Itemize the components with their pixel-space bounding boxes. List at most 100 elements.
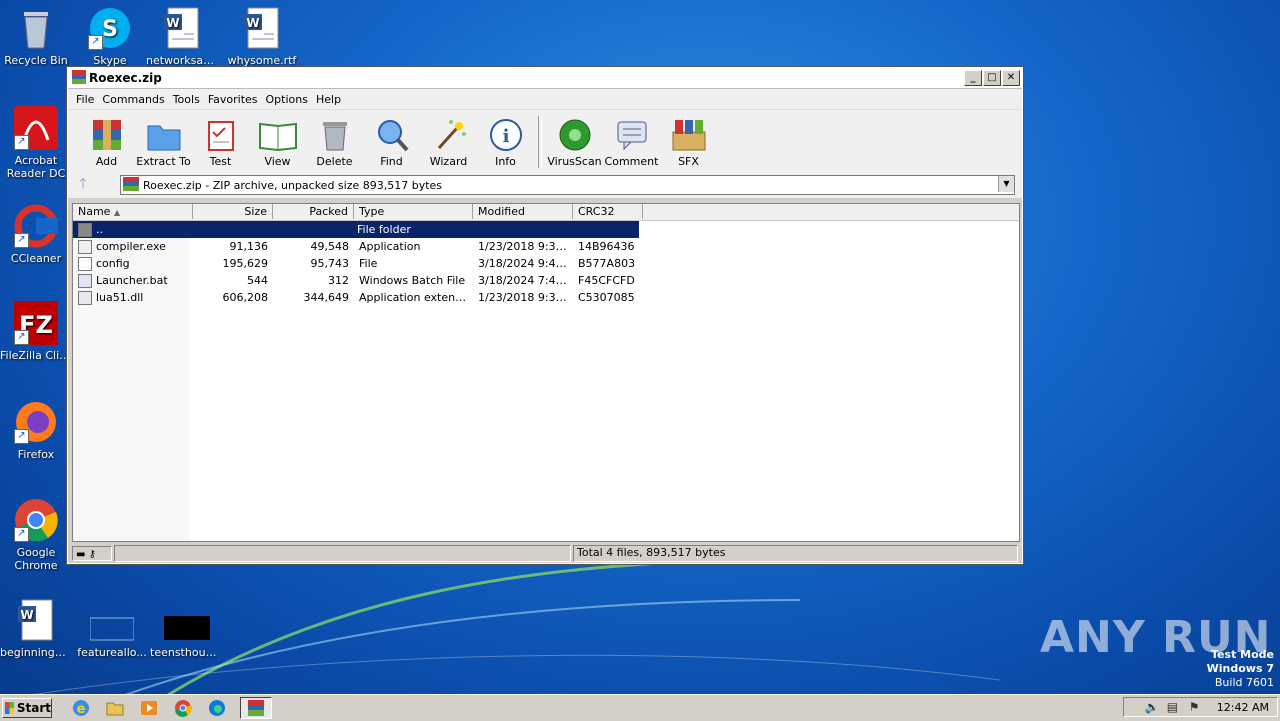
maximize-button[interactable]: □: [983, 70, 1001, 86]
view-button[interactable]: View: [249, 118, 306, 172]
desktop-icon-filezilla[interactable]: FZ ↗ FileZilla Client: [0, 301, 72, 362]
info-button[interactable]: i Info: [477, 118, 534, 172]
media-file-icon: [164, 598, 210, 642]
word-document-icon: W: [14, 598, 58, 642]
word-document-icon: W: [240, 6, 284, 50]
chrome-taskbar-icon[interactable]: [172, 698, 194, 718]
address-combobox[interactable]: Roexec.zip - ZIP archive, unpacked size …: [120, 175, 1015, 195]
status-bar: ▬ ⚷ Total 4 files, 893,517 bytes: [72, 545, 1018, 562]
status-selection: [114, 545, 571, 562]
test-mode-label: Test Mode Windows 7 Build 7601: [1206, 648, 1274, 689]
dropdown-arrow-icon[interactable]: ▼: [998, 176, 1014, 192]
sfx-button[interactable]: SFX: [660, 118, 717, 172]
desktop-icon-beginningm[interactable]: W beginningm...: [0, 598, 72, 659]
action-center-flag-icon[interactable]: ⚑: [1189, 700, 1203, 714]
winrar-window[interactable]: Roexec.zip _ □ ✕ File Commands Tools Fav…: [66, 66, 1024, 565]
skype-icon: S ↗: [88, 6, 132, 50]
desktop-icon-firefox[interactable]: ↗ Firefox: [0, 400, 72, 461]
taskbar: Start e 🔈 ▤ ⚑ 12:42 AM: [0, 694, 1280, 721]
firefox-icon: ↗: [14, 400, 58, 444]
column-header-type[interactable]: Type: [354, 204, 473, 219]
shortcut-arrow-icon: ↗: [14, 429, 29, 444]
explorer-taskbar-icon[interactable]: [104, 698, 126, 718]
virus-scan-icon: [559, 119, 590, 151]
list-header: Name ▲ Size Packed Type Modified CRC32: [73, 204, 1019, 221]
find-button[interactable]: Find: [363, 118, 420, 172]
comment-button[interactable]: Comment: [603, 118, 660, 172]
desktop-icon-networksad[interactable]: W networksad...: [146, 6, 218, 67]
virusscan-button[interactable]: VirusScan: [546, 118, 603, 172]
up-arrow-icon[interactable]: 🡑: [68, 173, 98, 197]
shortcut-arrow-icon: ↗: [14, 233, 29, 248]
desktop-icon-featureallo[interactable]: featureallo...: [76, 598, 148, 659]
view-book-icon: [258, 122, 297, 152]
shortcut-arrow-icon: ↗: [14, 330, 29, 345]
trash-can-icon: [322, 122, 347, 151]
table-row[interactable]: compiler.exe 91,136 49,548 Application 1…: [73, 238, 643, 255]
shortcut-arrow-icon: ↗: [14, 135, 29, 150]
word-document-icon: W: [160, 6, 204, 50]
file-list[interactable]: Name ▲ Size Packed Type Modified CRC32 .…: [72, 203, 1020, 542]
file-icon: [78, 256, 92, 271]
desktop-icon-chrome[interactable]: ↗ Google Chrome: [0, 498, 72, 572]
desktop-icon-ccleaner[interactable]: ↗ CCleaner: [0, 204, 72, 265]
address-text: Roexec.zip - ZIP archive, unpacked size …: [143, 178, 443, 192]
media-player-taskbar-icon[interactable]: [138, 698, 160, 718]
filezilla-icon: FZ ↗: [14, 301, 58, 345]
drive-key-icon[interactable]: ▬ ⚷: [72, 546, 112, 561]
table-row[interactable]: Launcher.bat 544 312 Windows Batch File …: [73, 272, 643, 289]
desktop-icon-whysome[interactable]: W whysome.rtf: [226, 6, 298, 67]
comment-icon: [617, 121, 646, 151]
delete-button[interactable]: Delete: [306, 118, 363, 172]
clock[interactable]: 12:42 AM: [1217, 701, 1269, 714]
column-header-packed[interactable]: Packed: [273, 204, 354, 219]
table-row[interactable]: .. File folder: [73, 221, 639, 238]
system-tray: 🔈 ▤ ⚑ 12:42 AM: [1123, 697, 1278, 717]
column-header-name[interactable]: Name ▲: [73, 204, 193, 219]
ie-taskbar-icon[interactable]: e: [70, 698, 92, 718]
menu-commands[interactable]: Commands: [98, 93, 168, 106]
menu-tools[interactable]: Tools: [169, 93, 204, 106]
menu-favorites[interactable]: Favorites: [204, 93, 262, 106]
edge-taskbar-icon[interactable]: [206, 698, 228, 718]
shortcut-arrow-icon: ↗: [88, 35, 103, 50]
table-row[interactable]: config 195,629 95,743 File 3/18/2024 9:4…: [73, 255, 643, 272]
close-button[interactable]: ✕: [1002, 70, 1020, 86]
parent-folder-icon: [78, 222, 92, 237]
status-total: Total 4 files, 893,517 bytes: [573, 545, 1018, 562]
windows-logo-icon: [5, 702, 14, 714]
menu-options[interactable]: Options: [262, 93, 312, 106]
desktop-icon-teensthoug[interactable]: teensthoug...: [150, 598, 222, 659]
extract-to-button[interactable]: Extract To: [135, 118, 192, 172]
volume-icon[interactable]: 🔈: [1145, 700, 1160, 714]
desktop-icon-recycle-bin[interactable]: Recycle Bin: [0, 6, 72, 67]
column-header-crc32[interactable]: CRC32: [573, 204, 643, 219]
table-row[interactable]: lua51.dll 606,208 344,649 Application ex…: [73, 289, 643, 306]
desktop-icon-skype[interactable]: S ↗ Skype: [74, 6, 146, 67]
column-header-modified[interactable]: Modified: [473, 204, 573, 219]
window-title: Roexec.zip: [89, 71, 162, 85]
minimize-button[interactable]: _: [964, 70, 982, 86]
column-header-size[interactable]: Size: [193, 204, 273, 219]
desktop-icon-acrobat[interactable]: ↗ Acrobat Reader DC: [0, 106, 72, 180]
network-icon[interactable]: ▤: [1167, 700, 1181, 714]
svg-text:e: e: [77, 702, 86, 717]
title-bar[interactable]: Roexec.zip _ □ ✕: [68, 68, 1022, 89]
add-archive-icon: [92, 120, 121, 150]
test-button[interactable]: Test: [192, 118, 249, 172]
acrobat-icon: ↗: [14, 106, 58, 150]
svg-text:S: S: [102, 17, 118, 42]
wizard-button[interactable]: Wizard: [420, 118, 477, 172]
add-button[interactable]: Add: [78, 118, 135, 172]
start-button[interactable]: Start: [2, 698, 52, 718]
menu-file[interactable]: File: [72, 93, 98, 106]
shortcut-arrow-icon: ↗: [14, 527, 29, 542]
sfx-archive-icon: [672, 120, 705, 151]
magic-wand-icon: [437, 120, 466, 150]
recycle-bin-icon: [14, 6, 58, 50]
winrar-taskbar-icon[interactable]: [240, 697, 272, 719]
menu-help[interactable]: Help: [312, 93, 345, 106]
svg-text:W: W: [20, 608, 33, 622]
folder-icon: [147, 125, 180, 151]
toolbar: Add Extract To Test View Delete Find Wiz…: [68, 109, 1022, 172]
